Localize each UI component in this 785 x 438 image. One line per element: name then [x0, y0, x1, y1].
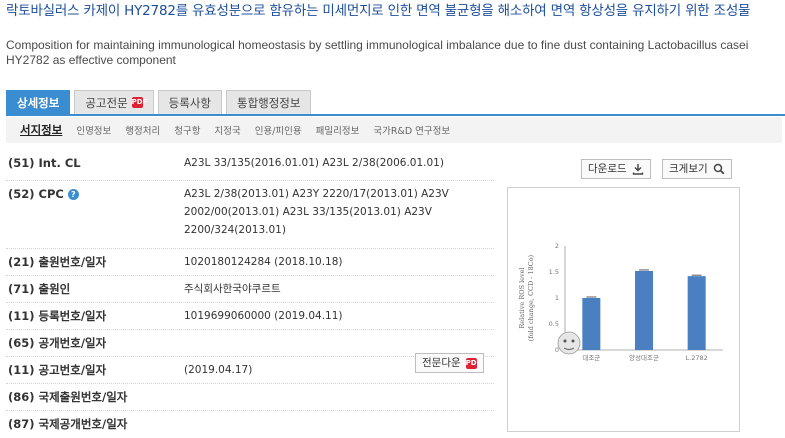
fulltext-download-label: 전문다운: [422, 357, 461, 369]
y-tick-label: 1.5: [549, 268, 559, 276]
subtab-countries[interactable]: 지정국: [215, 123, 241, 137]
field-label: (86) 국제출원번호/일자: [8, 390, 128, 404]
tab-publication-label: 공고전문: [85, 95, 128, 110]
representative-figure[interactable]: Relative ROS level (fold change, CCD - 1…: [507, 187, 740, 432]
fulltext-download-button[interactable]: 전문다운 PDF: [415, 353, 484, 373]
field-value: [184, 411, 494, 415]
field-label: (87) 국제공개번호/일자: [8, 417, 128, 431]
zoom-button[interactable]: 크게보기: [662, 159, 732, 179]
subtab-claims[interactable]: 청구항: [174, 123, 200, 137]
y-tick-label: 0: [555, 346, 559, 354]
pdf-icon: PDF: [131, 97, 148, 108]
watermark-figure: [557, 331, 581, 355]
y-axis-title-line: (fold change, CCD - 18Co): [527, 254, 535, 341]
sub-tabs: 서지정보 인명정보 행정처리 청구항 지정국 인용/피인용 패밀리정보 국가R&…: [6, 117, 782, 143]
bar: [687, 276, 706, 350]
field-row-cpc: (52) CPC? A23L 2/38(2013.01) A23Y 2220/1…: [6, 181, 494, 249]
y-tick-label: 2: [555, 242, 559, 250]
field-row-application: (21) 출원번호/일자 1020180124284 (2018.10.18): [6, 249, 494, 276]
field-label-cpc: (52) CPC?: [6, 181, 184, 207]
field-label: (21) 출원번호/일자: [8, 255, 107, 269]
field-row-applicant: (71) 출원인 주식회사한국야쿠르트: [6, 276, 494, 303]
field-value: 1019699060000 (2019.04.11): [184, 310, 343, 322]
cpc-line: A23L 2/38(2013.01) A23Y 2220/17(2013.01)…: [184, 188, 449, 200]
bar: [635, 270, 653, 350]
field-row-registration: (11) 등록번호/일자 1019699060000 (2019.04.11): [6, 303, 494, 330]
field-row-intl-application: (86) 국제출원번호/일자: [6, 384, 494, 411]
x-tick-label: L.2782: [686, 354, 708, 362]
subtab-persons[interactable]: 인명정보: [76, 123, 111, 137]
tab-registration-label: 등록사항: [168, 95, 211, 110]
bibliographic-table: (51) Int. CL A23L 33/135(2016.01.01) A23…: [6, 150, 494, 438]
field-label: (71) 출원인: [8, 282, 71, 296]
pdf-icon: PDF: [465, 357, 482, 369]
subtab-bibliographic[interactable]: 서지정보: [20, 122, 62, 138]
subtab-rnd[interactable]: 국가R&D 연구정보: [373, 123, 450, 137]
download-label: 다운로드: [588, 163, 627, 175]
field-value-cpc: A23L 2/38(2013.01) A23Y 2220/17(2013.01)…: [184, 181, 494, 239]
tab-detail-label: 상세정보: [17, 95, 60, 110]
bar-chart: Relative ROS level (fold change, CCD - 1…: [518, 242, 723, 362]
help-icon[interactable]: ?: [67, 188, 79, 200]
download-button[interactable]: 다운로드: [581, 159, 651, 179]
field-label: (11) 공고번호/일자: [8, 363, 107, 377]
tab-underline: [6, 114, 785, 116]
patent-english-title: Composition for maintaining immunologica…: [6, 38, 749, 67]
field-row-ipc: (51) Int. CL A23L 33/135(2016.01.01) A23…: [6, 150, 494, 181]
subtab-family[interactable]: 패밀리정보: [316, 123, 360, 137]
field-value: 1020180124284 (2018.10.18): [184, 256, 343, 268]
field-value: [184, 384, 494, 388]
cpc-line: 2002/00(2013.01) A23L 33/135(2013.01) A2…: [184, 206, 432, 218]
y-axis-title: Relative ROS level (fold change, CCD - 1…: [518, 254, 535, 341]
field-value: [184, 330, 494, 334]
field-label: (11) 등록번호/일자: [8, 309, 107, 323]
tab-publication[interactable]: 공고전문 PDF: [74, 90, 154, 114]
cpc-line: 2200/324(2013.01): [184, 224, 286, 236]
field-label: (51) Int. CL: [8, 156, 81, 170]
figure-thumbnail-eye: [571, 339, 575, 343]
tab-registration[interactable]: 등록사항: [157, 90, 222, 114]
patent-title: 락토바실러스 카제이 HY2782를 유효성분으로 함유하는 미세먼지로 인한 …: [6, 3, 751, 19]
magnifier-icon: [713, 163, 725, 175]
y-tick-label: 1: [555, 294, 559, 302]
main-tabs: 상세정보 공고전문 PDF 등록사항 통합행정정보: [6, 90, 312, 114]
y-tick-label: 0.5: [549, 320, 559, 328]
subtab-citations[interactable]: 인용/피인용: [255, 123, 302, 137]
y-axis-title-line: Relative ROS level: [518, 267, 526, 328]
field-label: (52) CPC: [8, 187, 64, 201]
figure-thumbnail-face: [557, 331, 581, 355]
zoom-label: 크게보기: [669, 163, 708, 175]
x-tick-label: 양성대조군: [629, 353, 659, 362]
subtab-admin[interactable]: 행정처리: [125, 123, 160, 137]
bar: [582, 298, 601, 350]
x-tick-label: 대조군: [582, 354, 600, 362]
tab-admin-info[interactable]: 통합행정정보: [225, 90, 312, 114]
tab-admin-info-label: 통합행정정보: [236, 95, 301, 110]
tab-detail[interactable]: 상세정보: [6, 90, 71, 114]
field-value: A23L 33/135(2016.01.01) A23L 2/38(2006.0…: [184, 157, 444, 169]
figure-thumbnail-eye: [563, 339, 567, 343]
field-value: 주식회사한국야쿠르트: [184, 283, 281, 295]
field-label: (65) 공개번호/일자: [8, 336, 107, 350]
field-row-intl-publication: (87) 국제공개번호/일자: [6, 411, 494, 438]
download-icon: [632, 164, 643, 175]
